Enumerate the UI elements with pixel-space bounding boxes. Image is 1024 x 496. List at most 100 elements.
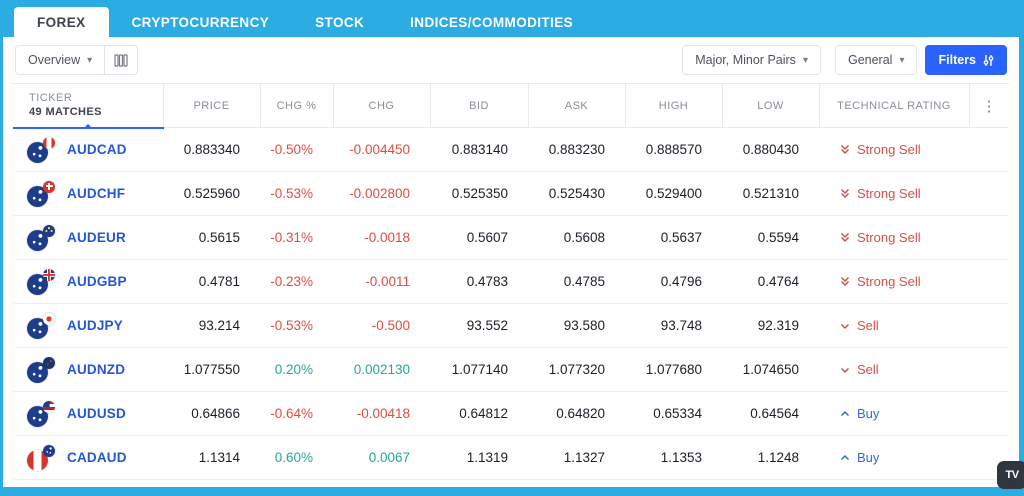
tab-stock[interactable]: STOCK — [292, 7, 387, 37]
technical-rating-cell: Sell — [819, 347, 969, 392]
chg-pct-cell: -0.31% — [260, 215, 333, 260]
bid-cell: 0.4783 — [430, 259, 528, 304]
columns-layout-button[interactable] — [105, 45, 139, 75]
header-ticker[interactable]: TICKER 49 MATCHES — [13, 83, 163, 129]
ticker-cell: AUDNZD — [13, 347, 163, 392]
chg-cell: -0.002800 — [333, 171, 430, 216]
screener-table-body: AUDCAD 0.883340 -0.50% -0.004450 0.883140 0.8… — [13, 127, 1009, 480]
chg-pct-cell: 0.60% — [260, 435, 333, 480]
header-price[interactable]: PRICE — [162, 83, 260, 128]
general-dropdown[interactable]: General ▾ — [834, 45, 918, 75]
rating-label: Strong Sell — [857, 142, 921, 157]
strong-sell-arrow-icon — [839, 275, 851, 288]
ticker-link[interactable]: CADAUD — [67, 450, 127, 465]
low-cell: 0.521310 — [722, 171, 819, 216]
ticker-link[interactable]: AUDGBP — [67, 274, 127, 289]
rating-label: Strong Sell — [857, 186, 921, 201]
table-row[interactable]: AUDEUR 0.5615 -0.31% -0.0018 0.5607 0.5608 0.5… — [13, 215, 1009, 260]
technical-rating-cell: Strong Sell — [819, 127, 969, 172]
ticker-link[interactable]: AUDEUR — [67, 230, 126, 245]
header-chg[interactable]: CHG — [332, 83, 430, 128]
table-row[interactable]: AUDJPY 93.214 -0.53% -0.500 93.552 93.580 93.7… — [13, 303, 1009, 348]
toolbar-right-group: Major, Minor Pairs ▾ General ▾ Filters — [682, 45, 1007, 75]
header-chg-pct[interactable]: CHG % — [259, 83, 333, 128]
header-menu[interactable]: ⋮ — [968, 83, 1009, 128]
table-row[interactable]: AUDUSD 0.64866 -0.64% -0.00418 0.64812 0.6482… — [13, 391, 1009, 436]
usd-flag-icon — [43, 400, 55, 413]
chg-cell: 0.0067 — [333, 435, 430, 480]
bid-cell: 0.883140 — [430, 127, 528, 172]
header-low[interactable]: LOW — [721, 83, 819, 128]
ask-cell: 1.077320 — [528, 347, 625, 392]
filters-button[interactable]: Filters — [925, 45, 1007, 75]
overview-dropdown[interactable]: Overview ▾ — [15, 45, 106, 75]
ask-cell: 0.883230 — [528, 127, 625, 172]
matches-count: 49 MATCHES — [29, 106, 102, 119]
price-cell: 0.4781 — [163, 259, 260, 304]
chg-pct-cell: 0.20% — [260, 347, 333, 392]
rating-label: Buy — [857, 406, 880, 421]
ticker-link[interactable]: AUDCHF — [67, 186, 125, 201]
ask-cell: 93.580 — [528, 303, 625, 348]
ticker-link[interactable]: AUDNZD — [67, 362, 125, 377]
chg-pct-cell: -0.23% — [260, 259, 333, 304]
ticker-cell: AUDCAD — [13, 127, 163, 172]
currency-pair-flags-icon — [27, 444, 57, 471]
currency-pair-flags-icon — [27, 180, 57, 207]
price-cell: 0.525960 — [163, 171, 260, 216]
low-cell: 0.64564 — [722, 391, 819, 436]
tab-cryptocurrency[interactable]: CRYPTOCURRENCY — [109, 7, 293, 37]
ticker-link[interactable]: AUDJPY — [67, 318, 123, 333]
tradingview-logo[interactable]: TV — [997, 461, 1024, 489]
chf-flag-icon — [43, 180, 55, 193]
low-cell: 0.880430 — [722, 127, 819, 172]
header-ask[interactable]: ASK — [527, 83, 625, 128]
chg-cell: -0.500 — [333, 303, 430, 348]
rating-label: Strong Sell — [857, 230, 921, 245]
filters-button-label: Filters — [938, 53, 976, 67]
rating-label: Buy — [857, 450, 880, 465]
technical-rating-cell: Sell — [819, 303, 969, 348]
bid-cell: 93.552 — [430, 303, 528, 348]
sell-arrow-icon — [839, 320, 851, 332]
currency-pair-flags-icon — [27, 400, 57, 427]
nzd-flag-icon — [43, 356, 55, 369]
pairs-filter-dropdown[interactable]: Major, Minor Pairs ▾ — [682, 45, 821, 75]
table-row[interactable]: AUDNZD 1.077550 0.20% 0.002130 1.077140 1.077… — [13, 347, 1009, 392]
bid-cell: 1.077140 — [430, 347, 528, 392]
screener-toolbar: Overview ▾ Major, Minor Pairs ▾ General … — [3, 37, 1019, 83]
row-menu-cell — [969, 171, 1009, 216]
header-technical-rating[interactable]: TECHNICAL RATING — [818, 83, 969, 128]
ask-cell: 0.64820 — [528, 391, 625, 436]
table-row[interactable]: AUDGBP 0.4781 -0.23% -0.0011 0.4783 0.4785 0.4… — [13, 259, 1009, 304]
row-menu-cell — [969, 391, 1009, 436]
currency-pair-flags-icon — [27, 356, 57, 383]
ticker-link[interactable]: AUDUSD — [67, 406, 126, 421]
tab-indices-commodities[interactable]: INDICES/COMMODITIES — [387, 7, 596, 37]
kebab-menu-icon: ⋮ — [981, 97, 997, 115]
high-cell: 0.529400 — [625, 171, 722, 216]
table-row[interactable]: AUDCHF 0.525960 -0.53% -0.002800 0.525350 0.5… — [13, 171, 1009, 216]
screener-app: FOREX CRYPTOCURRENCY STOCK INDICES/COMMO… — [0, 0, 1024, 496]
overview-dropdown-label: Overview — [28, 53, 81, 67]
cad-flag-icon — [43, 136, 55, 149]
low-cell: 1.074650 — [722, 347, 819, 392]
chg-cell: -0.00418 — [333, 391, 430, 436]
table-row[interactable]: CADAUD 1.1314 0.60% 0.0067 1.1319 1.1327 1.135… — [13, 435, 1009, 480]
bid-cell: 0.5607 — [430, 215, 528, 260]
high-cell: 0.5637 — [625, 215, 722, 260]
chevron-down-icon: ▾ — [899, 54, 905, 66]
ticker-cell: AUDEUR — [13, 215, 163, 260]
low-cell: 92.319 — [722, 303, 819, 348]
chg-pct-cell: -0.53% — [260, 171, 333, 216]
header-high[interactable]: HIGH — [624, 83, 722, 128]
high-cell: 1.1353 — [625, 435, 722, 480]
toolbar-left-group: Overview ▾ — [15, 45, 139, 75]
high-cell: 0.4796 — [625, 259, 722, 304]
table-row[interactable]: AUDCAD 0.883340 -0.50% -0.004450 0.883140 0.8… — [13, 127, 1009, 172]
ticker-link[interactable]: AUDCAD — [67, 142, 127, 157]
tab-forex[interactable]: FOREX — [14, 7, 109, 37]
ticker-cell: AUDUSD — [13, 391, 163, 436]
header-bid[interactable]: BID — [429, 83, 528, 128]
technical-rating-cell: Strong Sell — [819, 215, 969, 260]
